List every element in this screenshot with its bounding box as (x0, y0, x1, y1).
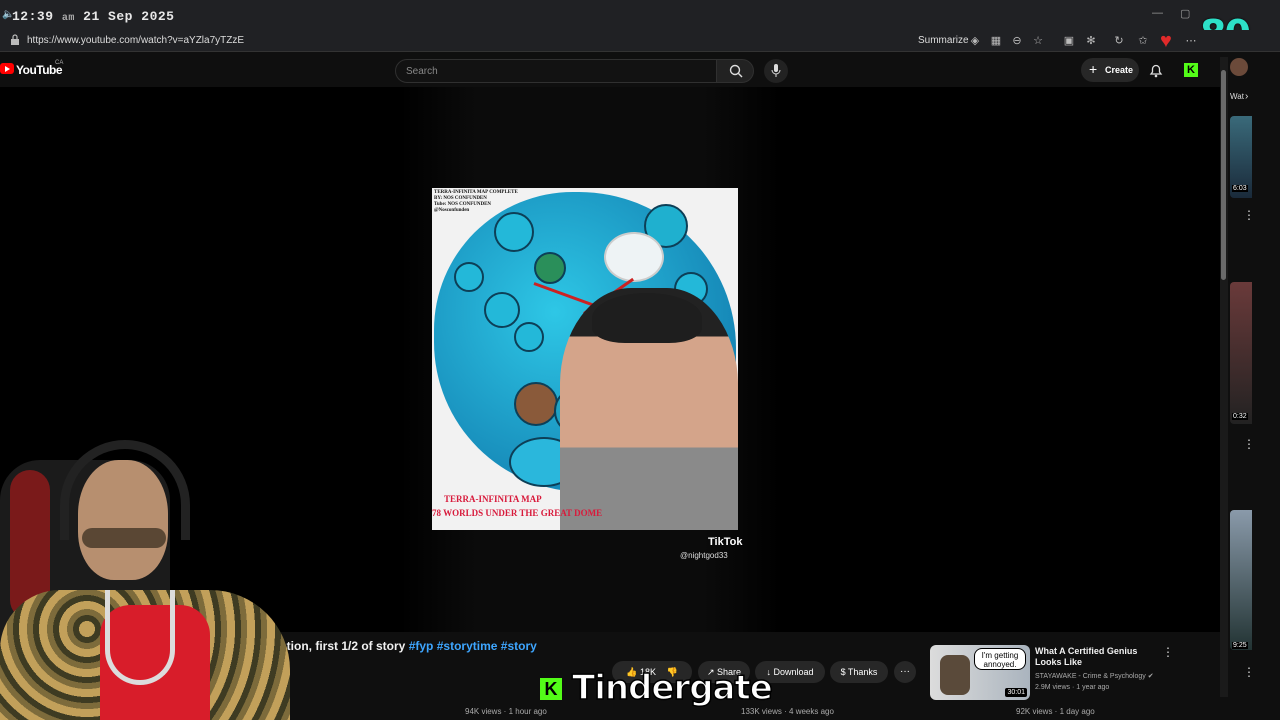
microphone-icon (771, 64, 781, 77)
search-icon (729, 64, 743, 78)
summarize-button[interactable]: Summarize (918, 35, 969, 46)
chevron-right-icon[interactable]: › (1245, 91, 1248, 102)
map-bubble (484, 292, 520, 328)
sidebar-menu-icon[interactable]: ⋮ (1243, 208, 1255, 222)
thanks-label: Thanks (847, 667, 878, 677)
notifications-bell-icon[interactable] (1148, 62, 1164, 78)
map-caption-title: TERRA-INFINITA MAP (444, 494, 542, 504)
kick-extension-icon[interactable]: K (1184, 63, 1198, 77)
download-label: Download (773, 667, 814, 677)
favorites-icon[interactable]: ✩ (1136, 34, 1150, 48)
screen: 🔈 12:39 am 21 Sep 2025 — ▢ 80 https://ww… (0, 0, 1280, 720)
sidebar-thumbnail[interactable] (1230, 282, 1252, 424)
menu-dots-icon[interactable]: ⋯ (1184, 34, 1198, 48)
map-bubble (494, 212, 534, 252)
channel-name: STAYAWAKE - Crime & Psychology (1035, 673, 1146, 680)
search-placeholder: Search (406, 66, 438, 77)
plus-icon: + (1089, 61, 1098, 77)
stream-clock: 12:39 am 21 Sep 2025 (12, 9, 174, 24)
sidebar-duration: 0:32 (1232, 413, 1248, 420)
map-header: TERRA-INFINITA MAP COMPLETE BY: NOS CONF… (434, 190, 518, 213)
chain-necklace (105, 590, 175, 685)
thumbnail-speech-bubble: I'm getting annoyed. (974, 648, 1026, 670)
sidebar-menu-icon[interactable]: ⋮ (1243, 665, 1255, 679)
extension-badge-icon[interactable]: ▣ (1062, 34, 1076, 48)
tiktok-watermark: TikTok (708, 536, 743, 548)
recommendation-views: 2.9M views · 1 year ago (1035, 684, 1110, 691)
clock-time: 12:39 (12, 9, 54, 24)
hashtag-storytime[interactable]: #storytime (437, 639, 498, 653)
views-text: 133K views · 4 weeks ago (741, 707, 834, 716)
star-icon[interactable]: ☆ (1031, 34, 1045, 48)
address-bar: https://www.youtube.com/watch?v=aYZla7yT… (0, 30, 1280, 52)
sidebar-chip[interactable]: Wat (1230, 92, 1244, 101)
video-title: pilation, first 1/2 of story #fyp #story… (266, 639, 537, 653)
sidebar-duration: 6:03 (1232, 185, 1248, 192)
region-code: CA (55, 60, 64, 66)
creator-cap (592, 293, 702, 343)
youtube-header: YouTube CA Search + Create K (0, 53, 1220, 87)
sidebar-thumbnail[interactable] (1230, 510, 1252, 650)
recommendation-title[interactable]: What A Certified Genius Looks Like (1035, 646, 1165, 668)
clock-date: 21 Sep 2025 (83, 9, 175, 24)
recommendation-meta: STAYAWAKE - Crime & Psychology ✔ 2.9M vi… (1035, 671, 1154, 693)
stream-channel-name: Tindergate (571, 667, 773, 709)
refresh-icon[interactable]: ↻ (1112, 34, 1126, 48)
browser-titlebar: 🔈 12:39 am 21 Sep 2025 — ▢ 80 (0, 0, 1280, 56)
views-text: 94K views · 1 hour ago (465, 707, 547, 716)
scrollbar-thumb[interactable] (1221, 70, 1226, 280)
hashtag-story[interactable]: #story (501, 639, 537, 653)
minimize-icon[interactable]: — (1152, 7, 1163, 19)
map-white-area (604, 232, 664, 282)
map-bubble (514, 322, 544, 352)
zoom-icon[interactable]: ⊖ (1010, 34, 1024, 48)
views-text: 92K views · 1 day ago (1016, 707, 1095, 716)
account-avatar[interactable] (1230, 58, 1248, 76)
recommendation-menu-icon[interactable]: ⋮ (1162, 645, 1174, 659)
sidebar-menu-icon[interactable]: ⋮ (1243, 437, 1255, 451)
thumbnail-figure (940, 655, 970, 695)
search-input[interactable]: Search (395, 59, 717, 83)
recommendation-channel[interactable]: STAYAWAKE - Crime & Psychology ✔ (1035, 671, 1154, 682)
map-bubble (454, 262, 484, 292)
map-bubble (534, 252, 566, 284)
video-duration: 30:01 (1005, 688, 1027, 697)
thanks-icon: $ (840, 667, 846, 677)
map-caption-subtitle: 78 WORLDS UNDER THE GREAT DOME (432, 508, 603, 518)
puzzle-icon[interactable]: ✻ (1084, 34, 1098, 48)
headphones-icon (60, 440, 190, 540)
map-header-text: TERRA-INFINITA MAP COMPLETE BY: NOS CONF… (434, 190, 518, 214)
recommendation-thumbnail[interactable]: I'm getting annoyed. 30:01 (930, 645, 1030, 700)
maximize-icon[interactable]: ▢ (1180, 7, 1190, 20)
map-bubble (514, 382, 558, 426)
search-button[interactable] (716, 59, 754, 83)
streamer-webcam (0, 440, 290, 720)
copilot-icon[interactable]: ◈ (968, 34, 982, 48)
create-label: Create (1105, 65, 1134, 75)
youtube-logo-icon[interactable] (0, 63, 14, 74)
heart-icon: ♥ (1160, 30, 1172, 52)
url-input[interactable]: https://www.youtube.com/watch?v=aYZla7yT… (27, 35, 244, 46)
more-actions-button[interactable]: ··· (894, 661, 916, 683)
voice-search-button[interactable] (764, 59, 788, 83)
grid-icon[interactable]: ▦ (989, 34, 1003, 48)
kick-logo-icon: K (540, 678, 562, 700)
lock-icon (11, 34, 19, 45)
create-button[interactable]: + Create (1081, 58, 1139, 82)
verified-icon: ✔ (1147, 673, 1154, 680)
hashtag-fyp[interactable]: #fyp (409, 639, 434, 653)
clock-ampm: am (61, 13, 75, 24)
short-video-frame[interactable]: TERRA-INFINITA MAP COMPLETE BY: NOS CONF… (432, 188, 738, 530)
thanks-button[interactable]: $ Thanks (830, 661, 888, 683)
sidebar-duration: 9:25 (1232, 642, 1248, 649)
tiktok-username: @nightgod33 (680, 551, 728, 560)
sunglasses (82, 528, 166, 548)
